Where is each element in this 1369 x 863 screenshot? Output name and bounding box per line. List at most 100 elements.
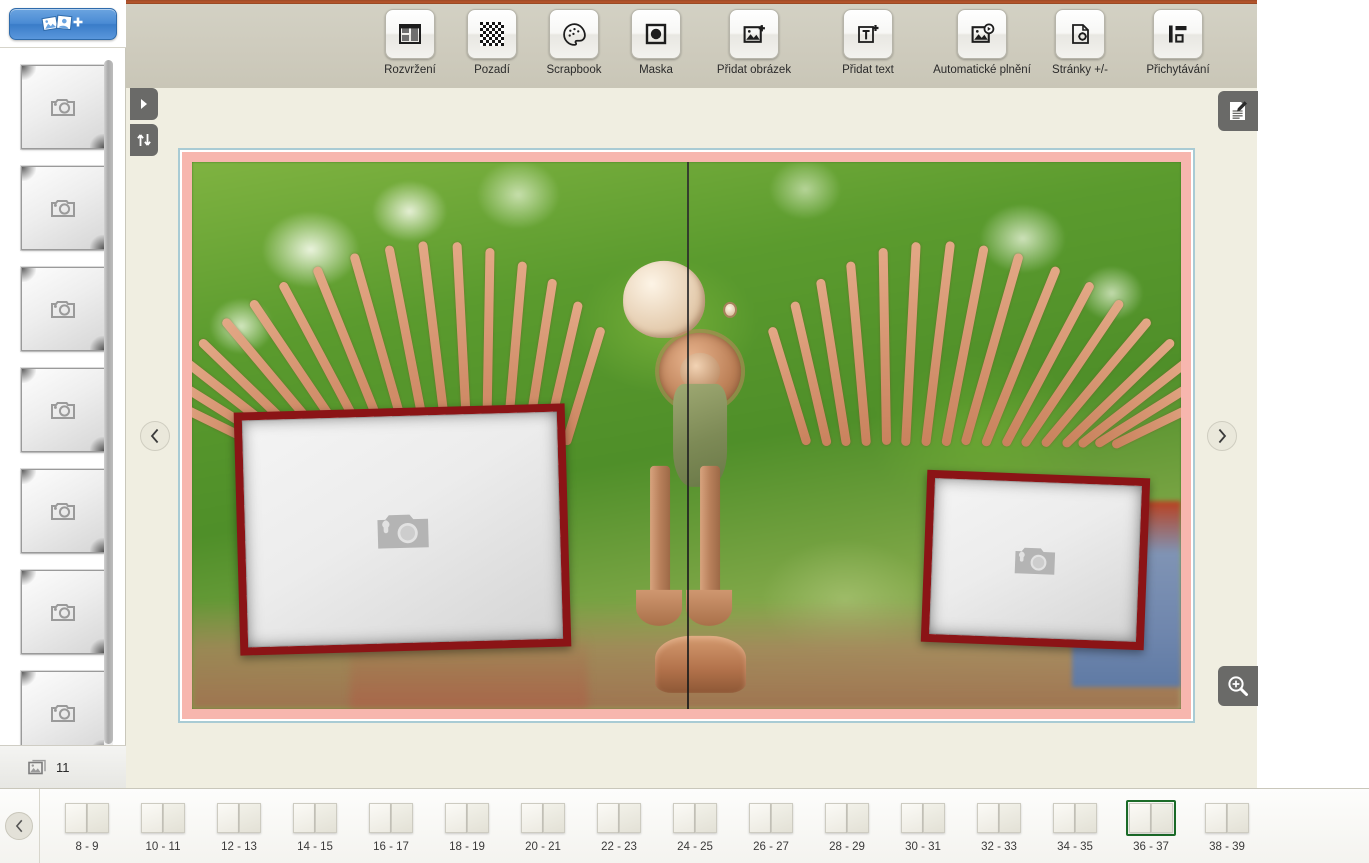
page-strip-item[interactable]: 10 - 11 <box>138 800 188 853</box>
add-text-icon <box>858 25 879 43</box>
zoom-in-button[interactable] <box>1218 666 1258 706</box>
page-canvas-area <box>126 88 1258 788</box>
page-strip-item[interactable]: 14 - 15 <box>290 800 340 853</box>
photo-bin-scrollbar[interactable] <box>104 60 113 750</box>
photo-bin-thumbnail[interactable] <box>21 65 105 149</box>
expand-panel-button[interactable] <box>130 88 158 120</box>
toolbar-button-add-image[interactable]: Přidat obrázek <box>706 9 802 77</box>
owl-right-wing <box>767 240 1181 450</box>
page-strip-item[interactable]: 18 - 19 <box>442 800 492 853</box>
page-spread-thumbnail <box>822 800 872 836</box>
page-strip-item[interactable]: 28 - 29 <box>822 800 872 853</box>
page-spread-thumbnail <box>62 800 112 836</box>
page-strip-item[interactable]: 30 - 31 <box>898 800 948 853</box>
next-spread-button[interactable] <box>1207 421 1237 451</box>
page-spread-thumbnail <box>974 800 1024 836</box>
page-spread-thumbnail <box>594 800 644 836</box>
palette-icon <box>562 22 586 46</box>
scrapbook-icon-button[interactable] <box>549 9 599 59</box>
add-image-icon-button[interactable] <box>729 9 779 59</box>
camera-icon <box>377 514 429 549</box>
photo-bin-thumbnail[interactable] <box>21 368 105 452</box>
photo-bin-thumbnail[interactable] <box>21 267 105 351</box>
mask-icon <box>645 23 667 45</box>
background-icon-button[interactable] <box>467 9 517 59</box>
page-strip-item[interactable]: 26 - 27 <box>746 800 796 853</box>
photo-bin-thumbnail[interactable] <box>21 570 105 654</box>
checkerboard-icon <box>480 22 504 46</box>
page-spread-thumbnail <box>1126 799 1176 836</box>
previous-spread-button[interactable] <box>140 421 170 451</box>
layout-icon-button[interactable] <box>385 9 435 59</box>
photo-placeholder-left[interactable] <box>234 403 573 657</box>
sort-panel-button[interactable] <box>130 124 158 156</box>
toolbar-button-layout[interactable]: Rozvržení <box>378 9 442 77</box>
toolbar-items: Rozvržení Pozadí Scrapbook Maska Přidat … <box>378 9 1226 77</box>
triangle-right-icon <box>141 99 147 109</box>
photo-placeholder-left-inner <box>242 411 564 648</box>
page-strip-item[interactable]: 34 - 35 <box>1050 800 1100 853</box>
page-strip-label: 34 - 35 <box>1057 840 1093 853</box>
pages-settings-icon-button[interactable] <box>1055 9 1105 59</box>
toolbar-button-mask[interactable]: Maska <box>624 9 688 77</box>
toolbar-label-scrapbook: Scrapbook <box>546 64 602 76</box>
photo-bin-thumbnail[interactable] <box>21 671 105 745</box>
snapping-icon-button[interactable] <box>1153 9 1203 59</box>
toolbar-button-pages[interactable]: Stránky +/- <box>1048 9 1112 77</box>
page-spread-thumbnail <box>1050 800 1100 836</box>
page-strip-label: 20 - 21 <box>525 840 561 853</box>
page-notes-button[interactable] <box>1218 91 1258 131</box>
page-strip-item[interactable]: 20 - 21 <box>518 800 568 853</box>
page-strip-item-selected[interactable]: 36 - 37 <box>1126 799 1176 853</box>
spread-background-photo[interactable] <box>192 162 1181 709</box>
page-strip-label: 26 - 27 <box>753 840 789 853</box>
page-strip-label: 32 - 33 <box>981 840 1017 853</box>
photo-bin-scrollbar-thumb[interactable] <box>104 60 113 744</box>
toolbar-label-background: Pozadí <box>474 64 510 76</box>
toolbar-label-auto-fill: Automatické plnění <box>933 64 1031 76</box>
owl-claw-left <box>636 589 682 626</box>
page-strip-label: 38 - 39 <box>1209 840 1245 853</box>
toolbar-button-auto-fill[interactable]: Automatické plnění <box>933 9 1031 77</box>
page-strip-label: 28 - 29 <box>829 840 865 853</box>
photo-bin-thumbnail[interactable] <box>21 166 105 250</box>
add-photos-button[interactable] <box>9 7 117 40</box>
toolbar-button-add-text[interactable]: Přidat text <box>820 9 916 77</box>
page-spread-thumbnail <box>138 800 188 836</box>
camera-icon <box>51 402 75 419</box>
page-strip-item[interactable]: 16 - 17 <box>366 800 416 853</box>
photo-bin-footer: 11 <box>0 745 126 788</box>
add-text-icon-button[interactable] <box>843 9 893 59</box>
page-spread-selection[interactable] <box>178 148 1195 723</box>
camera-icon <box>51 705 75 722</box>
owl-leg-left <box>650 466 671 601</box>
toolbar-button-scrapbook[interactable]: Scrapbook <box>542 9 606 77</box>
toolbar-button-background[interactable]: Pozadí <box>460 9 524 77</box>
mask-icon-button[interactable] <box>631 9 681 59</box>
page-spread-thumbnail <box>898 800 948 836</box>
photo-placeholder-right[interactable] <box>920 469 1150 651</box>
page-strip-item[interactable]: 24 - 25 <box>670 800 720 853</box>
spread-center-fold <box>686 162 689 709</box>
auto-fill-icon-button[interactable] <box>957 9 1007 59</box>
page-spread-thumbnail <box>518 800 568 836</box>
page-strip-label: 16 - 17 <box>373 840 409 853</box>
page-strip-item[interactable]: 38 - 39 <box>1202 800 1252 853</box>
chevron-left-icon <box>150 428 159 444</box>
owl-head <box>622 260 705 338</box>
main-toolbar: Rozvržení Pozadí Scrapbook Maska Přidat … <box>0 4 1257 88</box>
camera-icon <box>51 604 75 621</box>
owl-eye <box>722 301 737 318</box>
page-strip-item[interactable]: 32 - 33 <box>974 800 1024 853</box>
page-strip-label: 14 - 15 <box>297 840 333 853</box>
page-strip-item[interactable]: 12 - 13 <box>214 800 264 853</box>
page-strip-item[interactable]: 8 - 9 <box>62 800 112 853</box>
page-spread-thumbnail <box>290 800 340 836</box>
photo-bin-thumbnail[interactable] <box>21 469 105 553</box>
page-strip-item[interactable]: 22 - 23 <box>594 800 644 853</box>
page-strip-previous-button[interactable] <box>5 812 33 840</box>
layout-icon <box>399 24 421 44</box>
camera-icon <box>51 503 75 520</box>
toolbar-label-add-text: Přidat text <box>842 64 894 76</box>
toolbar-button-snapping[interactable]: Přichytávání <box>1130 9 1226 77</box>
